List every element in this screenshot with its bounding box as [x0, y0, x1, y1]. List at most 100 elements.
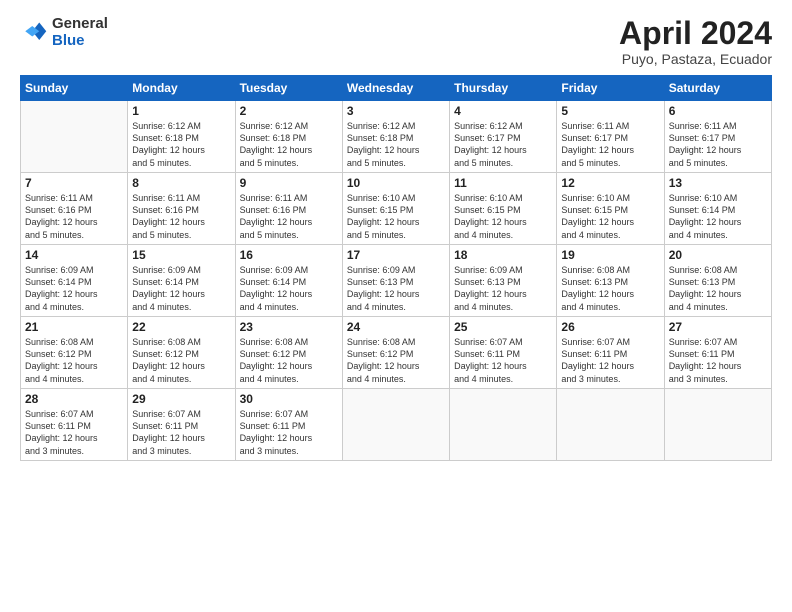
- table-row: 20 Sunrise: 6:08 AMSunset: 6:13 PMDayligh…: [664, 245, 771, 317]
- day-number: 28: [25, 392, 123, 406]
- calendar-week-row: 14 Sunrise: 6:09 AMSunset: 6:14 PMDayligh…: [21, 245, 772, 317]
- table-row: 14Sunrise: 6:09 AMSunset: 6:14 PMDayligh…: [21, 245, 128, 317]
- table-row: 8Sunrise: 6:11 AMSunset: 6:16 PMDaylight…: [128, 173, 235, 245]
- day-info: Sunrise: 6:07 AMSunset: 6:11 PMDaylight:…: [25, 408, 123, 457]
- table-row: 12Sunrise: 6:10 AMSunset: 6:15 PMDayligh…: [557, 173, 664, 245]
- table-row: 16 Sunrise: 6:09 AMSunset: 6:14 PMDayligh…: [235, 245, 342, 317]
- calendar-week-row: 21 Sunrise: 6:08 AMSunset: 6:12 PMDayligh…: [21, 317, 772, 389]
- table-row: 13 Sunrise: 6:10 AMSunset: 6:14 PMDayligh…: [664, 173, 771, 245]
- day-info: Sunrise: 6:07 AMSunset: 6:11 PMDaylight:…: [132, 408, 230, 457]
- logo-icon: [20, 19, 48, 47]
- table-row: 24 Sunrise: 6:08 AMSunset: 6:12 PMDayligh…: [342, 317, 449, 389]
- day-number: 1: [132, 104, 230, 118]
- logo-blue: Blue: [52, 33, 108, 50]
- table-row: 17 Sunrise: 6:09 AMSunset: 6:13 PMDayligh…: [342, 245, 449, 317]
- table-row: 5 Sunrise: 6:11 AMSunset: 6:17 PMDaylight…: [557, 101, 664, 173]
- day-number: 17: [347, 248, 445, 262]
- day-info: Sunrise: 6:08 AMSunset: 6:12 PMDaylight:…: [132, 336, 230, 385]
- day-number: 2: [240, 104, 338, 118]
- day-number: 24: [347, 320, 445, 334]
- weekday-tuesday: Tuesday: [235, 76, 342, 101]
- table-row: [557, 389, 664, 461]
- day-info: Sunrise: 6:12 AMSunset: 6:18 PMDaylight:…: [240, 120, 338, 169]
- calendar-week-row: 7 Sunrise: 6:11 AMSunset: 6:16 PMDaylight…: [21, 173, 772, 245]
- day-number: 19: [561, 248, 659, 262]
- title-area: April 2024 Puyo, Pastaza, Ecuador: [619, 16, 772, 67]
- table-row: [342, 389, 449, 461]
- table-row: 28 Sunrise: 6:07 AMSunset: 6:11 PMDayligh…: [21, 389, 128, 461]
- day-number: 5: [561, 104, 659, 118]
- logo: General Blue: [20, 16, 108, 49]
- day-info: Sunrise: 6:12 AMSunset: 6:18 PMDaylight:…: [132, 120, 230, 169]
- day-info: Sunrise: 6:10 AMSunset: 6:15 PMDaylight:…: [347, 192, 445, 241]
- day-info: Sunrise: 6:09 AMSunset: 6:14 PMDaylight:…: [132, 264, 230, 313]
- weekday-wednesday: Wednesday: [342, 76, 449, 101]
- calendar-table: Sunday Monday Tuesday Wednesday Thursday…: [20, 75, 772, 461]
- table-row: 2 Sunrise: 6:12 AMSunset: 6:18 PMDaylight…: [235, 101, 342, 173]
- day-info: Sunrise: 6:12 AMSunset: 6:18 PMDaylight:…: [347, 120, 445, 169]
- table-row: 11Sunrise: 6:10 AMSunset: 6:15 PMDayligh…: [450, 173, 557, 245]
- day-number: 6: [669, 104, 767, 118]
- table-row: 30Sunrise: 6:07 AMSunset: 6:11 PMDayligh…: [235, 389, 342, 461]
- table-row: 6 Sunrise: 6:11 AMSunset: 6:17 PMDaylight…: [664, 101, 771, 173]
- day-number: 26: [561, 320, 659, 334]
- day-info: Sunrise: 6:09 AMSunset: 6:14 PMDaylight:…: [240, 264, 338, 313]
- day-number: 18: [454, 248, 552, 262]
- logo-text: General Blue: [52, 16, 108, 49]
- table-row: 1 Sunrise: 6:12 AMSunset: 6:18 PMDaylight…: [128, 101, 235, 173]
- day-number: 10: [347, 176, 445, 190]
- day-info: Sunrise: 6:08 AMSunset: 6:13 PMDaylight:…: [561, 264, 659, 313]
- table-row: 23 Sunrise: 6:08 AMSunset: 6:12 PMDayligh…: [235, 317, 342, 389]
- day-info: Sunrise: 6:08 AMSunset: 6:12 PMDaylight:…: [240, 336, 338, 385]
- day-info: Sunrise: 6:09 AMSunset: 6:13 PMDaylight:…: [454, 264, 552, 313]
- page: General Blue April 2024 Puyo, Pastaza, E…: [0, 0, 792, 612]
- day-number: 20: [669, 248, 767, 262]
- day-info: Sunrise: 6:11 AMSunset: 6:17 PMDaylight:…: [561, 120, 659, 169]
- day-number: 8: [132, 176, 230, 190]
- day-info: Sunrise: 6:08 AMSunset: 6:12 PMDaylight:…: [347, 336, 445, 385]
- day-number: 11: [454, 176, 552, 190]
- day-number: 3: [347, 104, 445, 118]
- day-number: 21: [25, 320, 123, 334]
- table-row: [21, 101, 128, 173]
- title-month: April 2024: [619, 16, 772, 51]
- table-row: 10 Sunrise: 6:10 AMSunset: 6:15 PMDayligh…: [342, 173, 449, 245]
- table-row: 25 Sunrise: 6:07 AMSunset: 6:11 PMDayligh…: [450, 317, 557, 389]
- day-info: Sunrise: 6:08 AMSunset: 6:12 PMDaylight:…: [25, 336, 123, 385]
- day-info: Sunrise: 6:08 AMSunset: 6:13 PMDaylight:…: [669, 264, 767, 313]
- table-row: 29 Sunrise: 6:07 AMSunset: 6:11 PMDayligh…: [128, 389, 235, 461]
- table-row: 15 Sunrise: 6:09 AMSunset: 6:14 PMDayligh…: [128, 245, 235, 317]
- table-row: 21 Sunrise: 6:08 AMSunset: 6:12 PMDayligh…: [21, 317, 128, 389]
- table-row: [450, 389, 557, 461]
- day-number: 14: [25, 248, 123, 262]
- logo-general: General: [52, 16, 108, 33]
- day-number: 13: [669, 176, 767, 190]
- day-number: 7: [25, 176, 123, 190]
- calendar-week-row: 28 Sunrise: 6:07 AMSunset: 6:11 PMDayligh…: [21, 389, 772, 461]
- day-info: Sunrise: 6:11 AMSunset: 6:17 PMDaylight:…: [669, 120, 767, 169]
- day-number: 29: [132, 392, 230, 406]
- day-info: Sunrise: 6:07 AMSunset: 6:11 PMDaylight:…: [669, 336, 767, 385]
- weekday-thursday: Thursday: [450, 76, 557, 101]
- day-info: Sunrise: 6:10 AMSunset: 6:14 PMDaylight:…: [669, 192, 767, 241]
- day-info: Sunrise: 6:11 AMSunset: 6:16 PMDaylight:…: [240, 192, 338, 241]
- weekday-friday: Friday: [557, 76, 664, 101]
- day-number: 16: [240, 248, 338, 262]
- day-number: 25: [454, 320, 552, 334]
- table-row: 19 Sunrise: 6:08 AMSunset: 6:13 PMDayligh…: [557, 245, 664, 317]
- day-info: Sunrise: 6:09 AMSunset: 6:13 PMDaylight:…: [347, 264, 445, 313]
- weekday-saturday: Saturday: [664, 76, 771, 101]
- day-info: Sunrise: 6:07 AMSunset: 6:11 PMDaylight:…: [454, 336, 552, 385]
- day-number: 4: [454, 104, 552, 118]
- table-row: 7Sunrise: 6:11 AMSunset: 6:16 PMDaylight…: [21, 173, 128, 245]
- day-number: 15: [132, 248, 230, 262]
- day-number: 22: [132, 320, 230, 334]
- table-row: 26 Sunrise: 6:07 AMSunset: 6:11 PMDayligh…: [557, 317, 664, 389]
- day-info: Sunrise: 6:07 AMSunset: 6:11 PMDaylight:…: [561, 336, 659, 385]
- day-info: Sunrise: 6:12 AMSunset: 6:17 PMDaylight:…: [454, 120, 552, 169]
- table-row: 4 Sunrise: 6:12 AMSunset: 6:17 PMDaylight…: [450, 101, 557, 173]
- day-number: 12: [561, 176, 659, 190]
- day-number: 23: [240, 320, 338, 334]
- header: General Blue April 2024 Puyo, Pastaza, E…: [20, 16, 772, 67]
- title-location: Puyo, Pastaza, Ecuador: [619, 51, 772, 67]
